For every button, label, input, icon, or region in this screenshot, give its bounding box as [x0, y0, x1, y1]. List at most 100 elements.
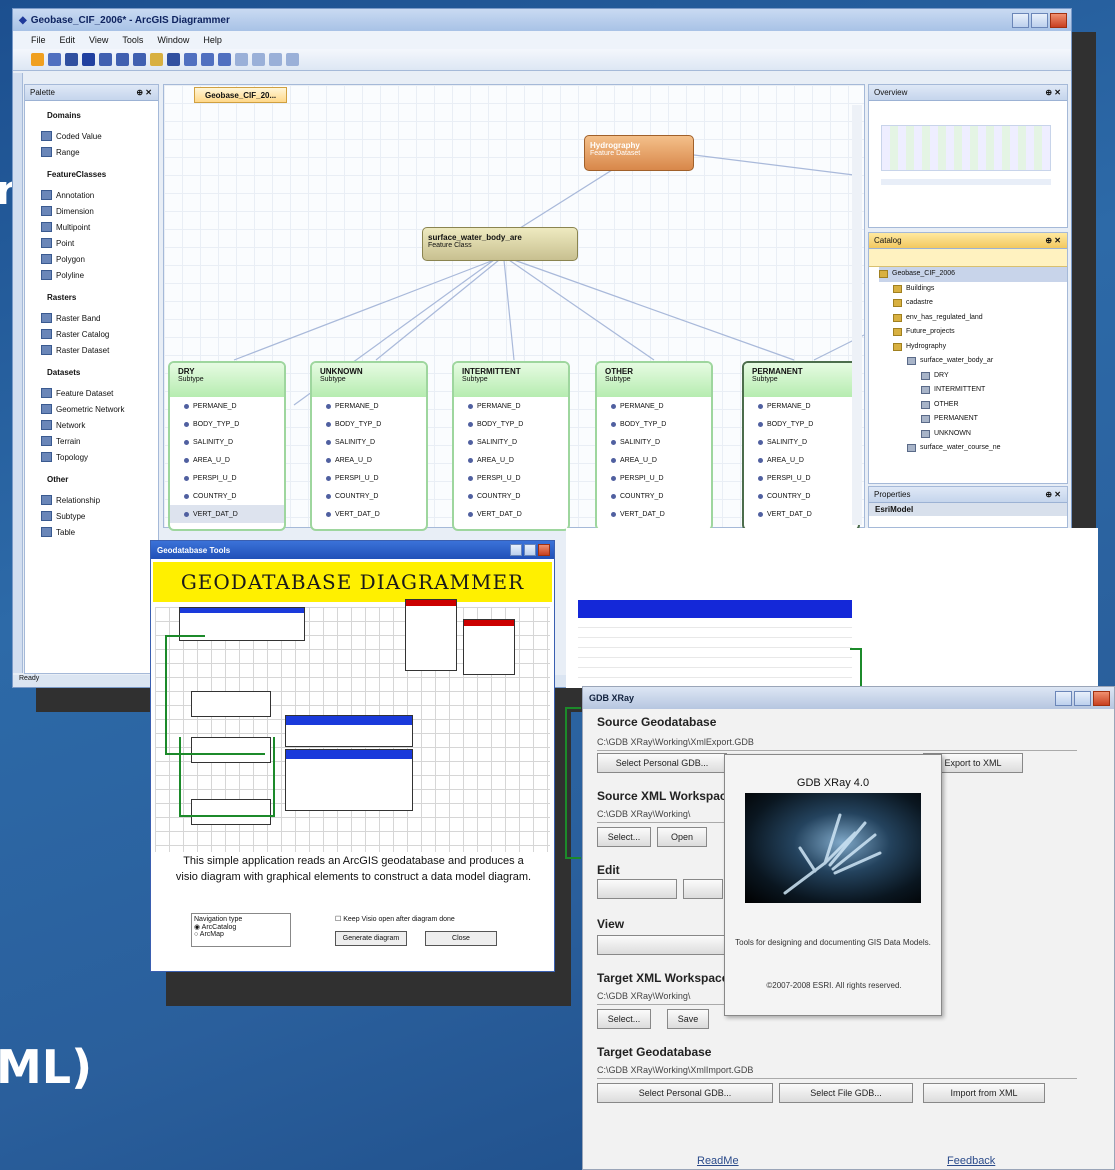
palette-item[interactable]: Geometric Network: [41, 401, 158, 417]
maximize-button[interactable]: [1031, 12, 1048, 28]
palette-item[interactable]: Coded Value: [41, 128, 158, 144]
radio-arcmap[interactable]: ○ ArcMap: [194, 931, 288, 938]
table-icon[interactable]: [116, 53, 129, 66]
palette-item[interactable]: Point: [41, 235, 158, 251]
text-icon[interactable]: [99, 53, 112, 66]
field-row[interactable]: SALINITY_D: [744, 433, 858, 451]
field-row[interactable]: PERMANE_D: [454, 397, 568, 415]
field-row[interactable]: VERT_DAT_D: [170, 505, 284, 523]
field-row[interactable]: COUNTRY_D: [597, 487, 711, 505]
field-row[interactable]: VERT_DAT_D: [597, 505, 711, 523]
palette-item[interactable]: Network: [41, 417, 158, 433]
exclaim-icon[interactable]: [82, 53, 95, 66]
field-row[interactable]: VERT_DAT_D: [312, 505, 426, 523]
menu-edit[interactable]: Edit: [60, 35, 76, 45]
catalog-tree-item[interactable]: Buildings: [879, 282, 1067, 297]
layout-icon[interactable]: [269, 53, 282, 66]
save-target-xml-button[interactable]: Save: [667, 1009, 709, 1029]
menu-file[interactable]: File: [31, 35, 46, 45]
target-xml-path[interactable]: C:\GDB XRay\Working\: [597, 989, 727, 1005]
zoom-icon[interactable]: [235, 53, 248, 66]
catalog-tree-item[interactable]: cadastre: [879, 296, 1067, 311]
palette-item[interactable]: Polyline: [41, 267, 158, 283]
open-source-xml-button[interactable]: Open: [657, 827, 707, 847]
menu-window[interactable]: Window: [157, 35, 189, 45]
field-row[interactable]: BODY_TYP_D: [597, 415, 711, 433]
close-button[interactable]: [538, 544, 550, 556]
close-tools-button[interactable]: Close: [425, 931, 497, 946]
field-row[interactable]: AREA_U_D: [597, 451, 711, 469]
target-gdb-path[interactable]: C:\GDB XRay\Working\XmlImport.GDB: [597, 1063, 1077, 1079]
menu-tools[interactable]: Tools: [122, 35, 143, 45]
palette-item[interactable]: Polygon: [41, 251, 158, 267]
maximize-button[interactable]: [1074, 690, 1091, 706]
catalog-tree-item[interactable]: PERMANENT: [879, 412, 1067, 427]
link-tool-icon[interactable]: [48, 53, 61, 66]
person-icon[interactable]: [133, 53, 146, 66]
palette-item[interactable]: Table: [41, 524, 158, 540]
subtype-node[interactable]: INTERMITTENT Subtype PERMANE_D BODY_TYP_D SA…: [452, 361, 570, 531]
palette-item[interactable]: Raster Band: [41, 310, 158, 326]
field-row[interactable]: PERSPI_U_D: [744, 469, 858, 487]
field-row[interactable]: SALINITY_D: [597, 433, 711, 451]
align-icon[interactable]: [252, 53, 265, 66]
field-row[interactable]: PERSPI_U_D: [597, 469, 711, 487]
catalog-tree-item[interactable]: DRY: [879, 369, 1067, 384]
view-button-disabled[interactable]: [597, 935, 725, 955]
catalog-tree-item[interactable]: surface_water_body_ar: [879, 354, 1067, 369]
palette-item[interactable]: Terrain: [41, 433, 158, 449]
vertical-scrollbar[interactable]: [852, 105, 862, 525]
source-gdb-path[interactable]: C:\GDB XRay\Working\XmlExport.GDB: [597, 735, 1077, 751]
palette-item[interactable]: Feature Dataset: [41, 385, 158, 401]
catalog-tree-item[interactable]: surface_water_course_ne: [879, 441, 1067, 456]
source-xml-path[interactable]: C:\GDB XRay\Working\: [597, 807, 727, 823]
subtype-node[interactable]: PERMANENT Subtype PERMANE_D BODY_TYP_D SALIN…: [742, 361, 860, 531]
catalog-tree-item[interactable]: Geobase_CIF_2006: [879, 267, 1067, 282]
close-button[interactable]: [1093, 690, 1110, 706]
edit-button-disabled[interactable]: [597, 879, 677, 899]
catalog-tree-item[interactable]: UNKNOWN: [879, 427, 1067, 442]
redo-icon[interactable]: [218, 53, 231, 66]
subtype-node[interactable]: OTHER Subtype PERMANE_D BODY_TYP_D SALINITY_…: [595, 361, 713, 531]
field-row[interactable]: AREA_U_D: [744, 451, 858, 469]
field-row[interactable]: BODY_TYP_D: [312, 415, 426, 433]
surface-water-node[interactable]: surface_water_body_are Feature Class: [422, 227, 578, 261]
select-file-gdb-button[interactable]: Select File GDB...: [779, 1083, 913, 1103]
select-source-xml-button[interactable]: Select...: [597, 827, 651, 847]
field-row[interactable]: VERT_DAT_D: [744, 505, 858, 523]
radio-arccatalog[interactable]: ◉ ArcCatalog: [194, 923, 288, 931]
field-row[interactable]: PERSPI_U_D: [454, 469, 568, 487]
catalog-tree-item[interactable]: env_has_regulated_land: [879, 311, 1067, 326]
field-row[interactable]: AREA_U_D: [312, 451, 426, 469]
field-row[interactable]: PERMANE_D: [170, 397, 284, 415]
palette-item[interactable]: Topology: [41, 449, 158, 465]
catalog-tree-item[interactable]: Future_projects: [879, 325, 1067, 340]
field-row[interactable]: PERMANE_D: [312, 397, 426, 415]
field-row[interactable]: BODY_TYP_D: [454, 415, 568, 433]
palette-item[interactable]: Dimension: [41, 203, 158, 219]
field-row[interactable]: SALINITY_D: [312, 433, 426, 451]
subtype-node[interactable]: UNKNOWN Subtype PERMANE_D BODY_TYP_D SALINIT…: [310, 361, 428, 531]
palette-item[interactable]: Multipoint: [41, 219, 158, 235]
palette-item[interactable]: Range: [41, 144, 158, 160]
subtype-node[interactable]: DRY Subtype PERMANE_D BODY_TYP_D SALINITY_D A…: [168, 361, 286, 531]
keep-visio-checkbox[interactable]: ☐ Keep Visio open after diagram done: [335, 915, 455, 923]
readme-link[interactable]: ReadMe: [697, 1155, 739, 1167]
hydrography-node[interactable]: Hydrography Feature Dataset: [584, 135, 694, 171]
field-row[interactable]: SALINITY_D: [454, 433, 568, 451]
field-row[interactable]: COUNTRY_D: [312, 487, 426, 505]
arrange-icon[interactable]: [286, 53, 299, 66]
palette-item[interactable]: Annotation: [41, 187, 158, 203]
palette-item[interactable]: Relationship: [41, 492, 158, 508]
field-row[interactable]: AREA_U_D: [454, 451, 568, 469]
field-row[interactable]: PERMANE_D: [597, 397, 711, 415]
save-icon[interactable]: [167, 53, 180, 66]
diagram-canvas[interactable]: Geobase_CIF_20... Hydrography Feature Dat…: [163, 84, 865, 531]
select-personal-gdb-target-button[interactable]: Select Personal GDB...: [597, 1083, 773, 1103]
pointer-tool-icon[interactable]: [31, 53, 44, 66]
catalog-tree-item[interactable]: INTERMITTENT: [879, 383, 1067, 398]
field-row[interactable]: COUNTRY_D: [454, 487, 568, 505]
select-personal-gdb-button[interactable]: Select Personal GDB...: [597, 753, 727, 773]
palette-item[interactable]: Subtype: [41, 508, 158, 524]
palette-item[interactable]: Raster Dataset: [41, 342, 158, 358]
